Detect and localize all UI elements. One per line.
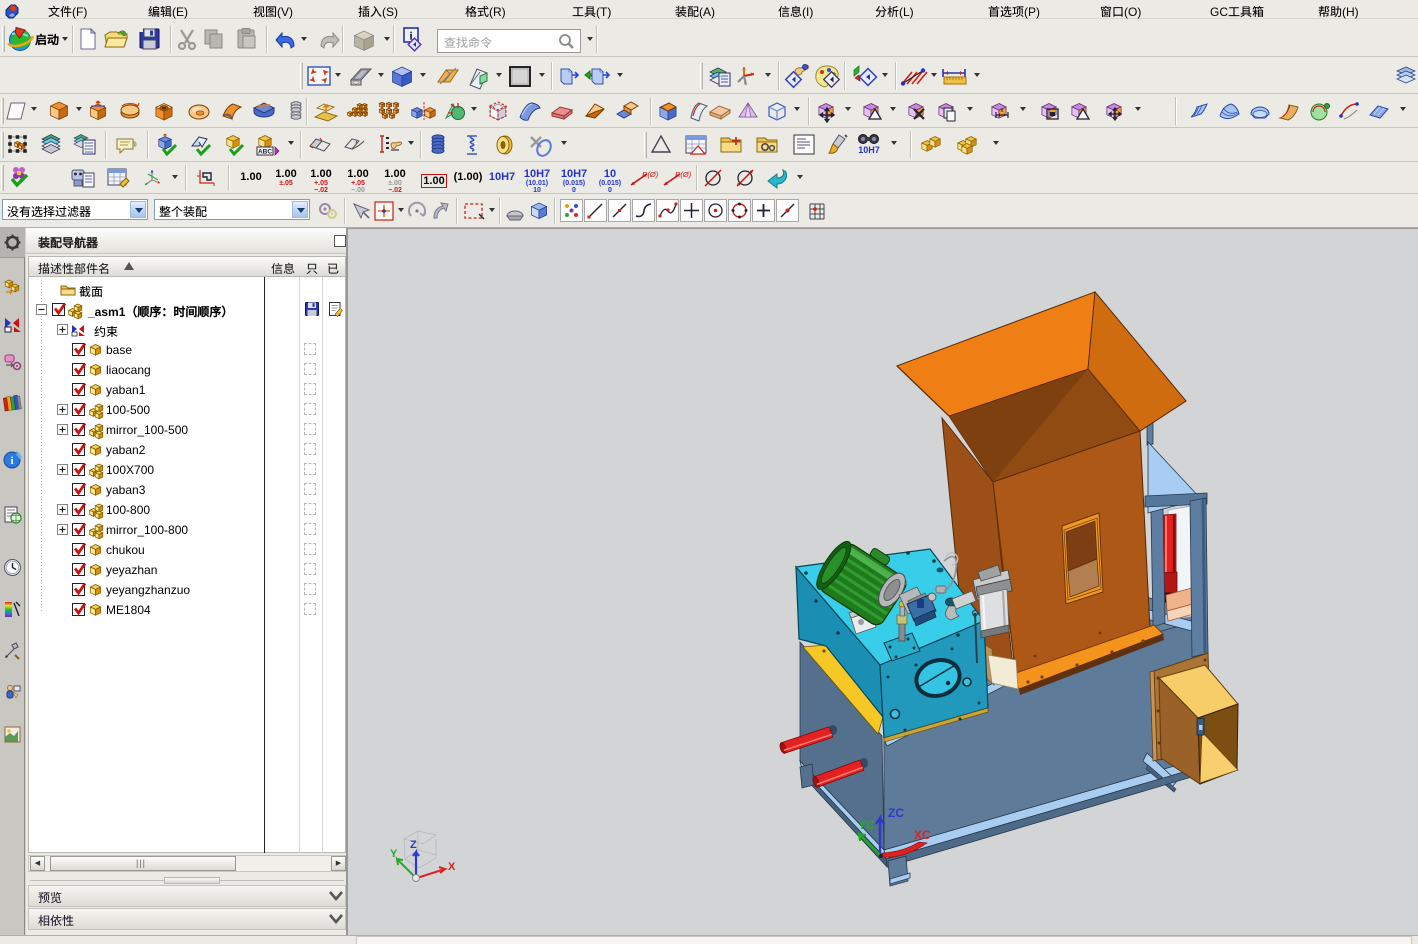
svg-text:X: X <box>448 861 456 873</box>
svg-text:YC: YC <box>858 818 875 832</box>
svg-text:i: i <box>10 455 13 467</box>
svg-text:Y: Y <box>390 848 398 860</box>
svg-text:Z: Z <box>410 839 417 851</box>
svg-text:XC: XC <box>914 828 931 842</box>
svg-text:ZC: ZC <box>888 806 904 820</box>
svg-text:x: x <box>1001 108 1004 114</box>
svg-text:10H7: 10H7 <box>858 145 880 155</box>
svg-text:R(Ø): R(Ø) <box>675 170 692 179</box>
svg-text:ABC: ABC <box>258 149 272 156</box>
svg-text:R(Ø): R(Ø) <box>642 170 659 179</box>
